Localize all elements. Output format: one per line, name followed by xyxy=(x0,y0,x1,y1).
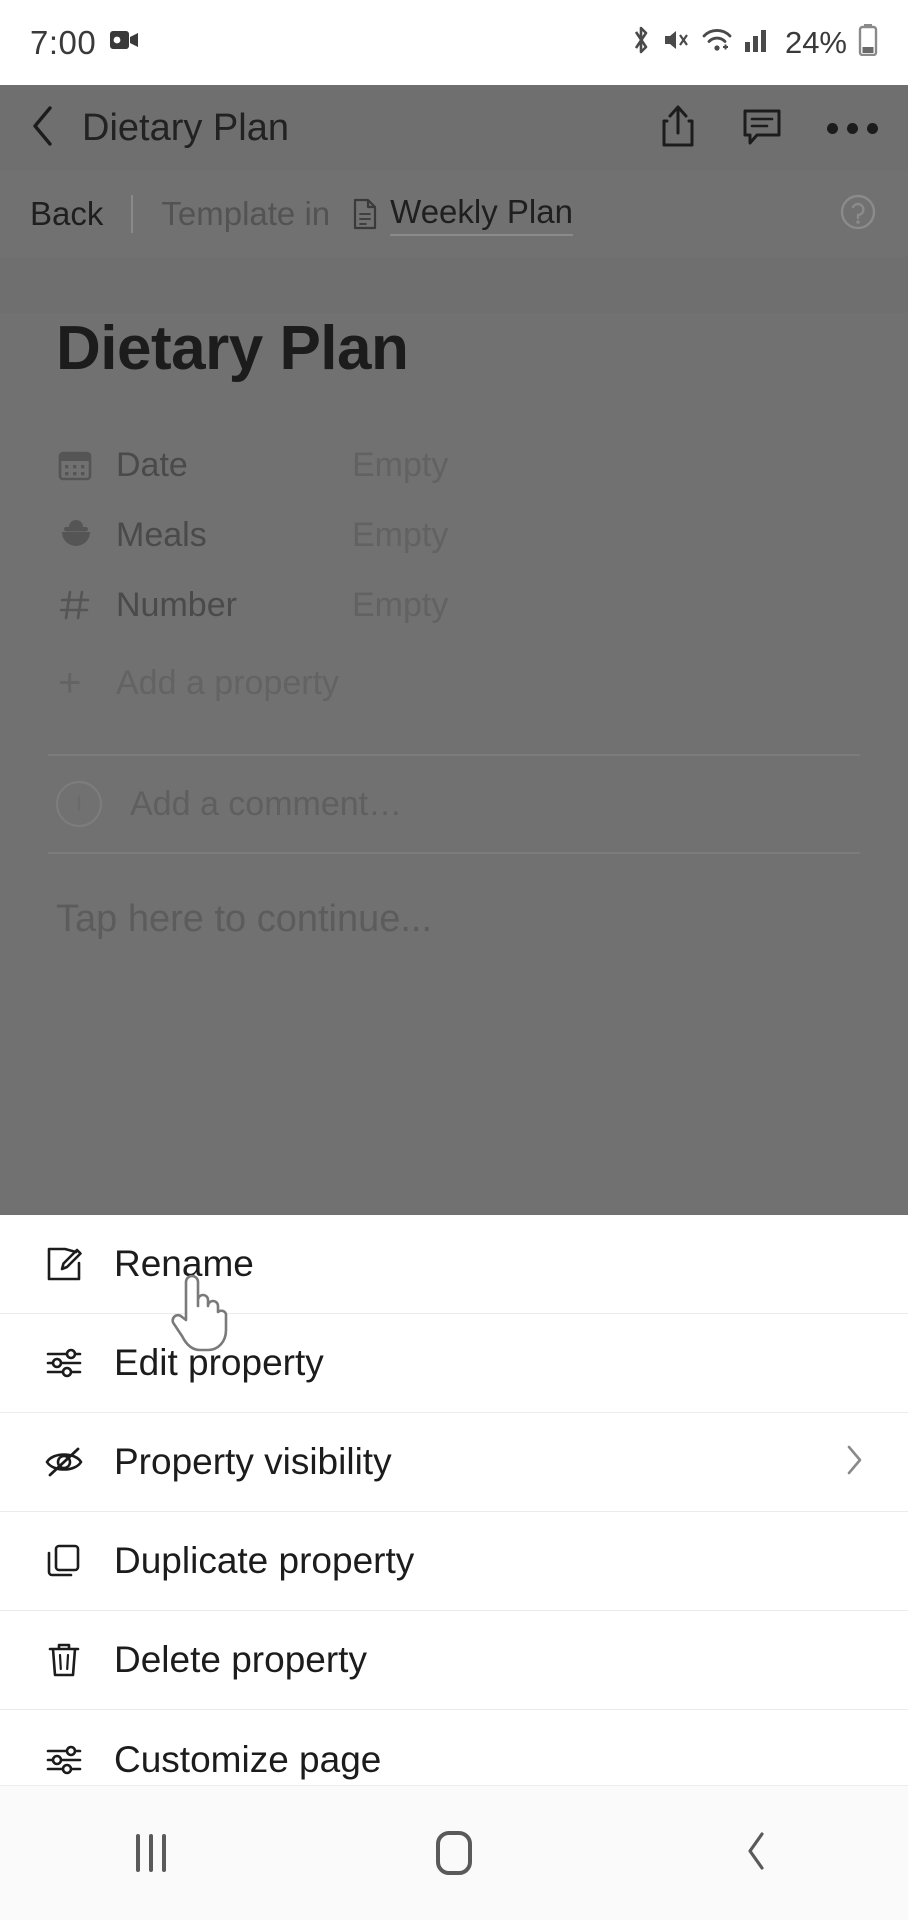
duplicate-copy-icon xyxy=(38,1542,90,1580)
status-time: 7:00 xyxy=(30,23,97,61)
property-row-meals[interactable]: Meals Empty xyxy=(58,500,878,570)
menu-item-delete-property[interactable]: Delete property xyxy=(0,1611,908,1710)
add-comment-placeholder: Add a comment… xyxy=(130,784,403,823)
recents-icon xyxy=(136,1834,167,1872)
cellular-signal-icon xyxy=(744,27,770,58)
back-chevron-icon[interactable] xyxy=(30,104,56,153)
document-icon xyxy=(352,198,378,230)
breadcrumb: Back Template in Weekly Plan xyxy=(0,171,908,257)
property-value[interactable]: Empty xyxy=(352,586,448,625)
status-bar: 7:00 24% xyxy=(0,0,908,85)
overflow-menu-icon[interactable] xyxy=(827,122,878,134)
menu-item-rename[interactable]: Rename xyxy=(0,1215,908,1314)
property-value[interactable]: Empty xyxy=(352,446,448,485)
breadcrumb-template-label: Template in xyxy=(161,195,331,232)
app-header: Dietary Plan xyxy=(0,85,908,171)
trash-icon xyxy=(38,1641,90,1679)
menu-item-label: Rename xyxy=(114,1243,254,1284)
share-icon[interactable] xyxy=(659,103,697,154)
breadcrumb-divider xyxy=(131,195,134,233)
meal-bowl-icon xyxy=(58,518,104,552)
menu-item-label: Property visibility xyxy=(114,1441,392,1482)
page-body: Dietary Plan Date Empty Meals Empty Numb… xyxy=(0,313,908,1215)
wifi-icon xyxy=(701,26,733,59)
page-title: Dietary Plan xyxy=(56,314,409,383)
menu-item-label: Delete property xyxy=(114,1639,367,1680)
property-row-date[interactable]: Date Empty xyxy=(58,430,878,500)
add-comment-row[interactable]: I Add a comment… xyxy=(56,756,878,852)
battery-icon xyxy=(858,24,878,61)
properties-list: Date Empty Meals Empty Number Empty + Ad… xyxy=(58,430,878,718)
android-nav-bar xyxy=(0,1785,908,1920)
property-name: Meals xyxy=(116,515,207,554)
context-menu-sheet: Rename Edit property Property visibility… xyxy=(0,1215,908,1809)
comment-icon[interactable] xyxy=(741,105,783,152)
hash-icon xyxy=(58,588,104,622)
bluetooth-icon xyxy=(631,25,651,60)
menu-item-property-visibility[interactable]: Property visibility xyxy=(0,1413,908,1512)
nav-back-button[interactable] xyxy=(672,1803,842,1903)
property-name: Date xyxy=(116,445,188,484)
breadcrumb-back[interactable]: Back xyxy=(30,195,103,233)
nav-home-button[interactable] xyxy=(369,1803,539,1903)
battery-percent-label: 24% xyxy=(784,24,847,60)
menu-item-label: Duplicate property xyxy=(114,1540,415,1581)
property-value[interactable]: Empty xyxy=(352,516,448,555)
divider-below-comment xyxy=(48,852,860,854)
dimmed-app-content: Dietary Plan Back Template in Weekly Pla… xyxy=(0,85,908,1215)
menu-item-label: Edit property xyxy=(114,1342,324,1383)
eye-off-icon xyxy=(38,1445,90,1479)
breadcrumb-page-link[interactable]: Weekly Plan xyxy=(390,193,573,236)
property-name: Number xyxy=(116,585,237,624)
menu-item-label: Customize page xyxy=(114,1738,382,1780)
avatar: I xyxy=(56,781,102,827)
plus-icon: + xyxy=(58,661,82,705)
app-header-title: Dietary Plan xyxy=(82,106,289,149)
help-icon[interactable] xyxy=(838,192,878,237)
add-property-label: Add a property xyxy=(116,663,340,702)
edit-sliders-icon xyxy=(38,1344,90,1382)
phone-screen: 7:00 24% Dietary Plan Back Template in W… xyxy=(0,0,908,1920)
app-header-actions xyxy=(659,103,878,154)
nav-recents-button[interactable] xyxy=(66,1803,236,1903)
status-bar-left: 7:00 xyxy=(30,24,140,62)
chevron-right-icon xyxy=(844,1443,864,1482)
home-icon xyxy=(435,1831,472,1875)
back-icon xyxy=(744,1830,770,1877)
menu-item-edit-property[interactable]: Edit property xyxy=(0,1314,908,1413)
status-bar-right: 24% xyxy=(631,24,878,61)
add-property-button[interactable]: + Add a property xyxy=(58,648,878,718)
mute-icon xyxy=(662,26,690,59)
calendar-icon xyxy=(58,448,104,482)
property-row-number[interactable]: Number Empty xyxy=(58,570,878,640)
tap-to-continue-text[interactable]: Tap here to continue... xyxy=(56,898,878,941)
rename-pencil-icon xyxy=(38,1245,90,1283)
customize-sliders-icon xyxy=(38,1741,90,1779)
menu-item-duplicate-property[interactable]: Duplicate property xyxy=(0,1512,908,1611)
video-record-icon xyxy=(110,29,140,56)
